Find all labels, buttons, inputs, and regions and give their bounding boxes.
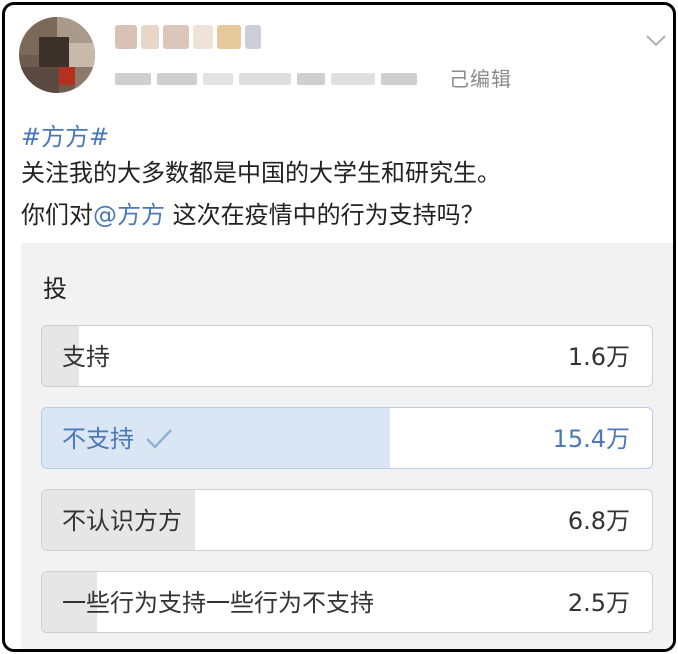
poll-option-count: 6.8万	[567, 507, 630, 535]
poll-title: 投	[43, 275, 67, 303]
poll-option-count: 1.6万	[567, 343, 630, 371]
username-redacted[interactable]	[115, 19, 261, 55]
poll-card: 投 支持 1.6万 不支持 15.4万 不认识方方 6.8万 一些行为支持一些行…	[21, 243, 673, 649]
post-text-line-2: 你们对@方方 这次在疫情中的行为支持吗？	[21, 195, 485, 230]
poll-option[interactable]: 支持 1.6万	[41, 325, 653, 387]
post-text-prefix: 你们对	[21, 201, 93, 229]
checkmark-icon	[146, 429, 172, 449]
poll-option[interactable]: 不认识方方 6.8万	[41, 489, 653, 551]
poll-option[interactable]: 一些行为支持一些行为不支持 2.5万	[41, 571, 653, 633]
hashtag-link[interactable]: #方方#	[21, 117, 109, 152]
post-text-suffix: 这次在疫情中的行为支持吗？	[165, 201, 485, 229]
poll-option-label: 一些行为支持一些行为不支持	[62, 589, 374, 617]
poll-option-selected[interactable]: 不支持 15.4万	[41, 407, 653, 469]
weibo-post-card: 己编辑 #方方# 关注我的大多数都是中国的大学生和研究生。 你们对@方方 这次在…	[2, 2, 676, 652]
edited-label: 己编辑	[449, 67, 512, 91]
poll-option-count: 15.4万	[552, 425, 630, 453]
poll-option-label-wrap: 支持	[62, 326, 110, 386]
post-meta-redacted	[115, 67, 417, 91]
poll-option-label: 不认识方方	[62, 507, 182, 535]
poll-option-label: 支持	[62, 343, 110, 371]
poll-option-label-wrap: 不支持	[62, 408, 174, 468]
chevron-down-icon[interactable]	[645, 29, 667, 51]
poll-option-label-wrap: 一些行为支持一些行为不支持	[62, 572, 374, 632]
poll-option-count: 2.5万	[567, 589, 630, 617]
poll-option-label-wrap: 不认识方方	[62, 490, 182, 550]
poll-option-label: 不支持	[62, 425, 134, 453]
avatar[interactable]	[19, 17, 95, 93]
post-text-line-1: 关注我的大多数都是中国的大学生和研究生。	[21, 159, 501, 187]
mention-link[interactable]: @方方	[93, 201, 165, 229]
